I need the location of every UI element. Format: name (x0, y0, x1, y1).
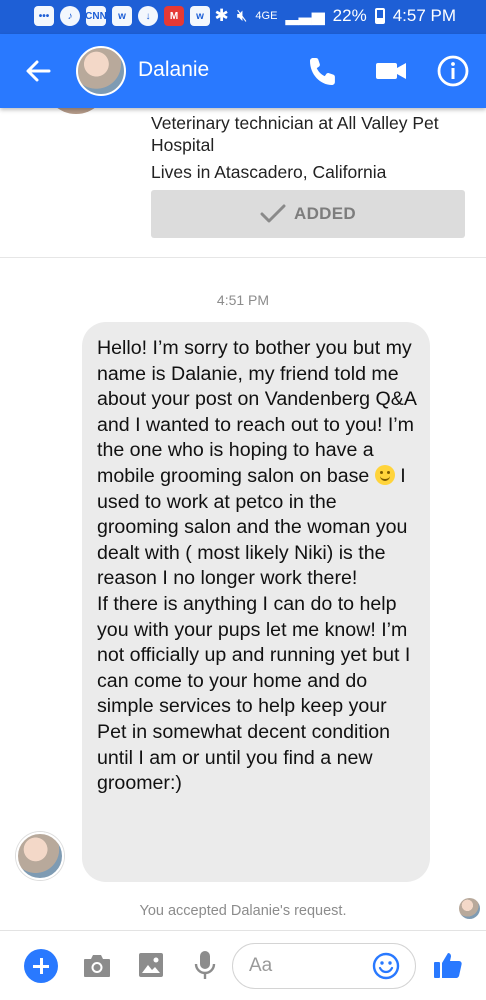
message-composer (0, 930, 486, 1000)
message-timestamp: 4:51 PM (216, 292, 270, 308)
contact-name[interactable]: Dalanie (138, 58, 209, 82)
m-app-icon: M (164, 6, 184, 26)
seen-receipt-avatar (459, 898, 480, 919)
message-bubble[interactable]: Hello! I’m sorry to bother you but my na… (82, 322, 430, 882)
info-icon[interactable] (436, 54, 470, 88)
camera-icon[interactable] (82, 952, 112, 980)
status-bar: ••• ♪ CNN w ↓ M w ✱ 🔇︎ 4GE ▂▃▅ 22% 4:57 … (0, 0, 486, 34)
gallery-icon[interactable] (138, 952, 164, 978)
message-text-part2: I used to work at petco in the grooming … (97, 464, 411, 795)
request-accepted-note: You accepted Dalanie's request. (139, 903, 347, 919)
music-icon: ♪ (60, 6, 80, 26)
w-app-icon: w (190, 6, 210, 26)
video-call-icon[interactable] (374, 55, 408, 87)
mute-icon: 🔇︎ (236, 6, 248, 25)
battery-icon (374, 8, 385, 24)
checkmark-icon (260, 204, 286, 223)
thumbs-up-icon[interactable] (432, 949, 464, 981)
back-arrow-icon[interactable] (22, 55, 54, 87)
microphone-icon[interactable] (193, 949, 217, 981)
profile-location: Lives in Atascadero, California (151, 162, 387, 182)
divider (0, 257, 486, 258)
smiling-face-emoji-icon (374, 464, 395, 485)
plus-icon[interactable] (24, 949, 58, 983)
contact-avatar[interactable] (76, 46, 126, 96)
network-type: 4GE (255, 10, 278, 22)
messenger-icon: ••• (34, 6, 54, 26)
notification-icons: ••• ♪ CNN w ↓ M w (34, 6, 210, 26)
cnn-icon: CNN (85, 6, 107, 26)
system-status: ✱ 🔇︎ 4GE ▂▃▅ 22% 4:57 PM (214, 6, 456, 26)
w-app-icon: w (112, 6, 132, 26)
message-text-part1: Hello! I’m sorry to bother you but my na… (97, 337, 422, 487)
added-button[interactable]: ADDED (151, 190, 465, 238)
download-icon: ↓ (138, 6, 158, 26)
profile-job: Veterinary technician at All Valley Pet … (151, 113, 439, 155)
clock: 4:57 PM (392, 6, 456, 25)
added-label: ADDED (294, 204, 356, 223)
sender-avatar[interactable] (16, 832, 64, 880)
emoji-picker-icon[interactable] (372, 952, 400, 980)
bluetooth-icon: ✱ (214, 6, 229, 25)
phone-call-icon[interactable] (308, 55, 340, 87)
battery-percent: 22% (332, 6, 367, 25)
signal-icon: ▂▃▅ (285, 6, 325, 25)
conversation-header: Dalanie (0, 34, 486, 108)
